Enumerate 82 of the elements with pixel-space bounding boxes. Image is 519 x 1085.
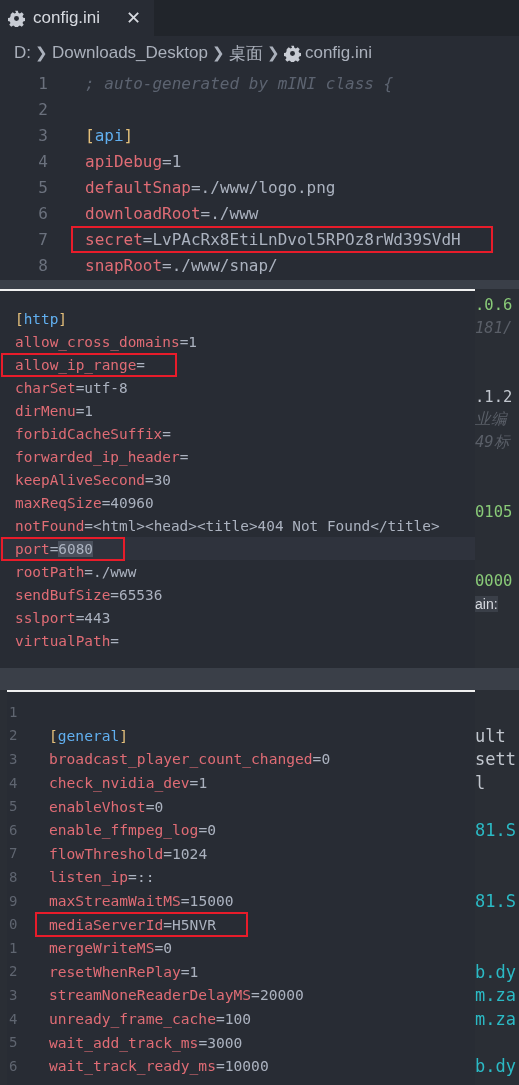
setting-line: wait_track_ready_ms=10000 [49,1057,269,1075]
line-number: 7 [37,229,49,249]
setting-line: notFound=<html><head><title>404 Not Found</title> [15,517,440,534]
line-number: 8 [8,868,19,885]
section-header: [http] [15,310,67,327]
background-code-fragment: .0.6 [475,295,513,314]
background-code-fragment: b.dy [475,961,516,982]
setting-line: apiDebug=1 [85,151,182,171]
setting-line: allow_cross_domains=1 [15,333,197,350]
background-code-fragment: 0105 [475,502,513,521]
setting-line: charSet=utf-8 [15,379,128,396]
code-comment: ; auto-generated by mINI class { [85,73,394,93]
breadcrumb-item[interactable]: config.ini [304,43,373,63]
gear-icon [8,9,25,27]
chevron-icon: ❯ [266,44,280,62]
line-number: 9 [8,892,19,909]
setting-line: broadcast_player_count_changed=0 [49,750,331,768]
line-number: 3 [8,751,19,767]
setting-line: maxReqSize=40960 [15,494,154,511]
setting-line: snapRoot=./www/snap/ [85,255,278,275]
setting-line: enableVhost=0 [49,797,164,815]
setting-line: rootPath=./www [15,563,137,580]
setting-line: check_nvidia_dev=1 [49,774,208,792]
editor-tab[interactable]: config.ini ✕ [0,0,154,36]
setting-line: unready_frame_cache=100 [49,1010,252,1027]
line-number: 2 [8,727,19,744]
line-number: 6 [8,1057,19,1074]
background-code-fragment: 81.S [475,820,516,841]
line-number: 4 [8,774,19,791]
line-number: 4 [37,151,49,171]
breadcrumb-item[interactable]: Downloads_Desktop [52,43,208,63]
line-number: 8 [37,255,49,275]
chevron-icon: ❯ [35,44,48,62]
setting-line: flowThreshold=1024 [49,844,208,862]
line-number: 3 [37,125,49,145]
setting-line: downloadRoot=./www [85,203,259,223]
line-number: 1 [37,73,49,93]
setting-line: dirMenu=1 [15,402,93,419]
line-number: 2 [8,963,19,980]
background-code-fragment: sett [475,749,516,770]
setting-line: wait_add_track_ms=3000 [49,1033,243,1051]
line-number: 2 [37,99,49,119]
line-number: 6 [8,821,19,838]
setting-line: maxStreamWaitMS=15000 [49,892,234,910]
line-number: 6 [37,203,49,223]
background-code-fragment: .1.2 [475,387,513,406]
setting-line: defaultSnap=./www/logo.png [85,177,336,197]
line-number: 3 [8,986,19,1003]
background-code-fragment: ult [475,725,506,746]
background-code-fragment: ain: [475,595,498,612]
line-number: 1 [8,703,19,720]
line-number: 0 [8,916,19,933]
background-code-fragment: 81.S [475,890,516,911]
line-number: 5 [8,798,19,815]
setting-line: mergeWriteMS=0 [49,939,173,957]
setting-line: sendBufSize=65536 [15,586,163,603]
section-header: [general] [49,726,129,744]
background-code-fragment: l [475,773,486,793]
line-number: 7 [8,845,19,862]
chevron-icon: ❯ [211,44,225,62]
setting-line: resetWhenRePlay=1 [49,962,199,980]
line-number: 5 [8,1034,19,1051]
setting-line: virtualPath= [15,632,119,649]
setting-line: forwarded_ip_header= [15,448,189,465]
background-code-fragment: m.za [475,1008,516,1029]
gear-icon [283,44,301,62]
background-code-fragment: 0000 [475,571,513,590]
breadcrumb-item[interactable]: D: [14,43,31,63]
setting-line: sslport=443 [15,609,111,626]
breadcrumb-item[interactable]: 桌面 [228,41,263,65]
background-code-fragment: m.za [475,985,516,1006]
line-number: 1 [8,939,19,956]
line-number: 5 [37,177,49,197]
setting-line: enable_ffmpeg_log=0 [49,821,216,839]
setting-line: listen_ip=:: [49,868,155,886]
line-number: 4 [8,1010,19,1027]
close-icon[interactable]: ✕ [126,7,142,29]
setting-line: streamNoneReaderDelayMS=20000 [49,986,304,1004]
background-code-fragment: b.dy [475,1056,516,1077]
setting-line: keepAliveSecond=30 [15,471,171,488]
section-header: [api] [85,125,134,145]
setting-line: forbidCacheSuffix= [15,425,171,442]
